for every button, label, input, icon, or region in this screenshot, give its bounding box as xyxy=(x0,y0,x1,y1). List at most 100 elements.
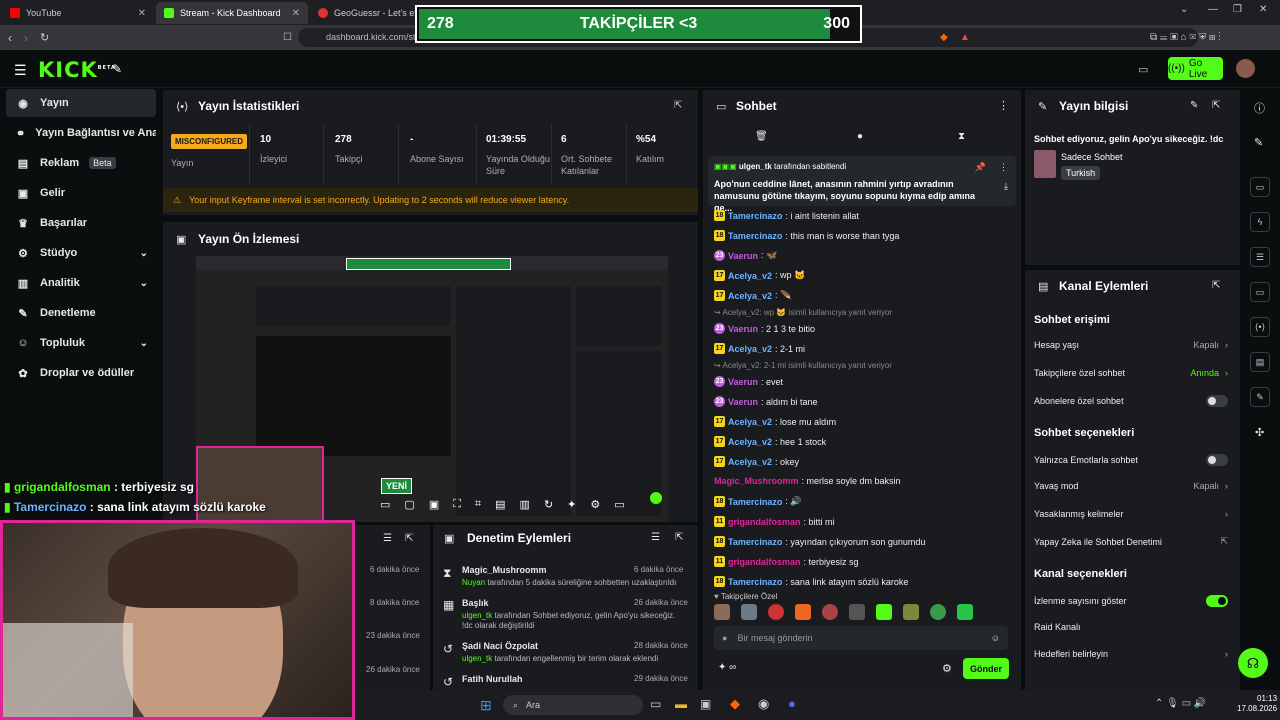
chat-message[interactable]: 17 Acelya_v2: 2-1 mi xyxy=(714,343,805,354)
chat-message[interactable]: 11 grigandalfosman: terbiyesiz sg xyxy=(714,556,859,567)
popout-icon[interactable]: ⇱ xyxy=(405,533,413,544)
sparkle-icon[interactable]: ✦ xyxy=(567,498,576,514)
emote-icon[interactable] xyxy=(876,604,892,620)
chat-message[interactable]: 11 grigandalfosman: bitti mi xyxy=(714,516,835,527)
fullscreen-icon[interactable]: ⛶ xyxy=(453,498,461,514)
chat-username[interactable]: Acelya_v2 xyxy=(728,271,772,281)
kick-logo[interactable]: KICKBETA xyxy=(38,58,116,82)
chat-username[interactable]: grigandalfosman xyxy=(728,557,801,567)
expand-icon[interactable]: ⤓ xyxy=(1004,181,1008,192)
subs-chat-toggle[interactable] xyxy=(1206,395,1228,407)
wrench-icon[interactable]: ✎ xyxy=(1250,387,1270,407)
chat-username[interactable]: Tamercinazo xyxy=(728,577,782,587)
stats-toggle-icon[interactable]: ⟨•⟩ xyxy=(1250,317,1270,337)
filter-icon[interactable]: ☰ xyxy=(383,533,392,544)
popout-icon[interactable]: ⇱ xyxy=(675,532,683,543)
bookmark-icon[interactable]: ☐ xyxy=(283,32,292,43)
slow-mode-setting[interactable]: Yavaş mod Kapalı › xyxy=(1034,481,1228,491)
chat-message[interactable]: 18 Tamercinazo: this man is worse than ty… xyxy=(714,230,899,241)
tab-youtube[interactable]: YouTube ✕ xyxy=(2,2,154,24)
chat-message[interactable]: 23 Vaerun: evet xyxy=(714,376,783,387)
chat-message[interactable]: Magic_Mushroomm: merlse soyle dm baksin xyxy=(714,476,901,486)
followers-chat-setting[interactable]: Takipçilere özel sohbet Anında › xyxy=(1034,368,1228,378)
chat-message[interactable]: 17 Acelya_v2: 🪶 xyxy=(714,290,791,301)
camera-icon[interactable]: ▭ xyxy=(380,498,390,514)
menu-icon[interactable]: ☰ xyxy=(14,62,27,79)
obs-icon[interactable]: ◉ xyxy=(758,696,769,712)
popout-icon[interactable]: ⇱ xyxy=(1212,280,1220,291)
chat-username[interactable]: Vaerun xyxy=(728,251,758,261)
chat-username[interactable]: Acelya_v2 xyxy=(728,344,772,354)
chat-message[interactable]: 18 Tamercinazo: yayından çıkıyorum son gu… xyxy=(714,536,925,547)
ai-moderation-setting[interactable]: Yapay Zeka ile Sohbet Denetimi ⇱ xyxy=(1034,536,1228,547)
emote-icon[interactable] xyxy=(903,604,919,620)
emote-icon[interactable] xyxy=(957,604,973,620)
chat-tools-icon[interactable]: ✦ ∞ xyxy=(718,662,736,673)
popout-icon[interactable]: ⇱ xyxy=(674,100,682,111)
chat-message[interactable]: 23 Vaerun: 🦋 xyxy=(714,250,777,261)
sidebar-item-studio[interactable]: ⚙ Stüdyo ⌄ xyxy=(6,239,156,267)
chat-bubble-icon[interactable]: ● xyxy=(857,131,863,142)
raid-setting[interactable]: Raid Kanalı xyxy=(1034,622,1228,632)
screen-icon[interactable]: ▭ xyxy=(1138,63,1148,76)
chat-message[interactable]: 18 Tamercinazo: i aint listenin allat xyxy=(714,210,859,221)
clock[interactable]: 01:13 17.08.2026 xyxy=(1237,694,1277,714)
tab-list-icon[interactable]: ⌄ xyxy=(1180,4,1188,15)
emote-icon[interactable] xyxy=(849,604,865,620)
sidebar-item-community[interactable]: ☺ Topluluk ⌄ xyxy=(6,329,156,357)
tab-kick-dashboard[interactable]: Stream - Kick Dashboard ✕ xyxy=(156,2,308,24)
chat-username[interactable]: Vaerun xyxy=(728,377,758,387)
chat-username[interactable]: Acelya_v2 xyxy=(728,457,772,467)
extensions-icon[interactable]: ⧉ ☰ ▣ ⌂ ✉ ⛨ ⊞ ⋮ xyxy=(1150,32,1221,43)
crop-icon[interactable]: ⌗ xyxy=(475,498,481,514)
emote-icon[interactable] xyxy=(795,604,811,620)
emote-icon[interactable] xyxy=(822,604,838,620)
emote-icon[interactable] xyxy=(714,604,730,620)
chat-message[interactable]: 17 Acelya_v2: okey xyxy=(714,456,799,467)
chat-message[interactable]: 23 Vaerun: 2 1 3 te bitio xyxy=(714,323,815,334)
account-age-setting[interactable]: Hesap yaşı Kapalı › xyxy=(1034,340,1228,350)
chat-username[interactable]: Tamercinazo xyxy=(728,497,782,507)
chat-message[interactable]: 17 Acelya_v2: lose mu aldım xyxy=(714,416,836,427)
sidebar-item-stream-key[interactable]: ⚭Yayın Bağlantısı ve Anahtarı xyxy=(6,119,156,147)
more-icon[interactable]: ⋮ xyxy=(999,162,1008,173)
send-button[interactable]: Gönder xyxy=(963,658,1009,679)
chat-input[interactable]: ● Bir mesaj gönderin ☺ xyxy=(714,626,1008,650)
chat-username[interactable]: grigandalfosman xyxy=(728,517,801,527)
preview-toggle-icon[interactable]: ▭ xyxy=(1250,177,1270,197)
moderation-toggle-icon[interactable]: ▤ xyxy=(1250,352,1270,372)
sidebar-item-revenue[interactable]: ▣ Gelir xyxy=(6,179,156,207)
goals-setting[interactable]: Hedefleri belirleyin › xyxy=(1034,649,1228,659)
stream-preview-video[interactable]: YENİ xyxy=(196,256,668,522)
pinned-message[interactable]: ▣▣▣ ulgen_tk tarafından sabitlendi 📌 ⋮ ⤓… xyxy=(708,156,1016,213)
sidebar-item-moderation[interactable]: ✎ Denetleme xyxy=(6,299,156,327)
chat-message[interactable]: 17 Acelya_v2: hee 1 stock xyxy=(714,436,826,447)
pin-icon[interactable]: 📌 xyxy=(975,162,986,173)
settings-icon[interactable]: ⚙ xyxy=(590,498,600,514)
close-icon[interactable]: ✕ xyxy=(138,8,146,19)
chat-username[interactable]: Vaerun xyxy=(728,397,758,407)
go-live-button[interactable]: ((•)) Go Live xyxy=(1168,57,1223,80)
chat-username[interactable]: Acelya_v2 xyxy=(728,437,772,447)
emote-icon[interactable] xyxy=(930,604,946,620)
close-icon[interactable]: ✕ xyxy=(292,8,300,19)
discord-icon[interactable]: ● xyxy=(788,696,796,711)
chat-username[interactable]: Tamercinazo xyxy=(728,211,782,221)
chat-username[interactable]: Vaerun xyxy=(728,324,758,334)
list-icon[interactable]: ☰ xyxy=(1250,247,1270,267)
image-icon[interactable]: ▣ xyxy=(429,498,439,514)
layers-icon[interactable]: ▤ xyxy=(495,498,505,514)
chat-username[interactable]: Tamercinazo xyxy=(728,231,782,241)
avatar[interactable] xyxy=(1236,59,1255,78)
chat-toggle-icon[interactable]: ▭ xyxy=(1250,282,1270,302)
minimize-icon[interactable]: — xyxy=(1208,4,1218,15)
emote-icon[interactable] xyxy=(741,604,757,620)
edit-icon[interactable]: ✎ xyxy=(1190,100,1198,111)
chat-username[interactable]: Acelya_v2 xyxy=(728,417,772,427)
hourglass-icon[interactable]: ⧗ xyxy=(958,131,965,142)
task-view-icon[interactable]: ▭ xyxy=(650,697,661,711)
lightning-icon[interactable]: ϟ xyxy=(1250,212,1270,232)
sidebar-item-yayin[interactable]: ◉ Yayın xyxy=(6,89,156,117)
popout-icon[interactable]: ▭ xyxy=(614,498,624,514)
reload-icon[interactable]: ↻ xyxy=(40,31,49,44)
